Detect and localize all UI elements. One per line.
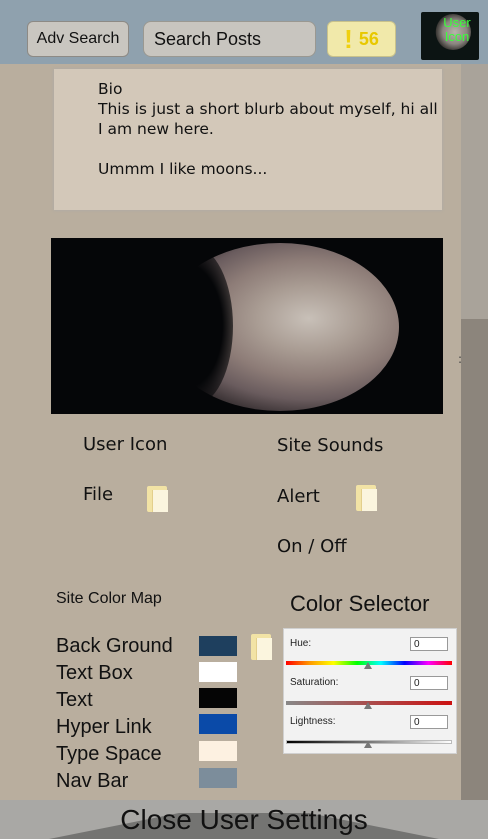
bio-box[interactable]: Bio This is just a short blurb about mys… — [54, 69, 442, 210]
close-settings-bar[interactable]: Close User Settings — [0, 800, 488, 839]
notifications-button[interactable]: ! 56 — [327, 21, 396, 57]
user-icon-title: User Icon — [83, 434, 168, 455]
edge-mark: : — [458, 352, 463, 366]
hue-slider-thumb[interactable] — [364, 662, 372, 669]
color-swatch-hyperlink[interactable] — [199, 714, 237, 734]
close-user-settings-button[interactable]: Close User Settings — [0, 804, 488, 836]
lightness-input[interactable]: 0 — [410, 715, 448, 729]
color-swatch-text[interactable] — [199, 688, 237, 708]
sound-toggle[interactable]: On / Off — [277, 536, 347, 557]
color-swatch-text-box[interactable] — [199, 662, 237, 682]
bio-text: Bio This is just a short blurb about mys… — [98, 80, 438, 178]
saturation-label: Saturation: — [290, 677, 339, 688]
moon-image — [51, 238, 443, 414]
color-map-folder-icon[interactable] — [251, 634, 272, 660]
search-input[interactable]: Search Posts — [143, 21, 316, 57]
alert-label: Alert — [277, 486, 320, 507]
lightness-label: Lightness: — [290, 716, 336, 727]
notification-count: 56 — [358, 28, 379, 49]
saturation-input[interactable]: 0 — [410, 676, 448, 690]
alert-folder-icon[interactable] — [356, 485, 377, 511]
color-map-label-type-space: Type Space — [56, 743, 162, 765]
color-selector-panel: Hue: 0 Saturation: 0 Lightness: 0 — [283, 628, 457, 754]
color-map-label-text-box: Text Box — [56, 662, 133, 684]
color-map-title: Site Color Map — [56, 590, 162, 607]
color-map-label-nav-bar: Nav Bar — [56, 770, 129, 792]
saturation-slider-thumb[interactable] — [364, 702, 372, 709]
user-icon-label: User Icon — [443, 15, 471, 44]
user-icon-button[interactable]: User Icon — [421, 12, 479, 60]
moon-shadow — [153, 246, 233, 406]
file-label: File — [83, 484, 114, 505]
scrollbar[interactable] — [461, 64, 488, 319]
color-selector-title: Color Selector — [290, 591, 430, 616]
exclamation-icon: ! — [344, 23, 353, 54]
lightness-slider-thumb[interactable] — [364, 741, 372, 748]
color-map-label-text: Text — [56, 689, 93, 711]
color-swatch-type-space[interactable] — [199, 741, 237, 761]
adv-search-button[interactable]: Adv Search — [27, 21, 129, 57]
color-map-label-hyperlink: Hyper Link — [56, 716, 152, 738]
hue-input[interactable]: 0 — [410, 637, 448, 651]
color-map-label-background: Back Ground — [56, 635, 173, 657]
color-swatch-background[interactable] — [199, 636, 237, 656]
site-sounds-title: Site Sounds — [277, 435, 384, 456]
top-nav-bar: Adv Search Search Posts ! 56 User Icon — [0, 0, 488, 64]
color-swatch-nav-bar[interactable] — [199, 768, 237, 788]
hue-label: Hue: — [290, 638, 312, 649]
user-icon-folder-icon[interactable] — [147, 486, 168, 512]
